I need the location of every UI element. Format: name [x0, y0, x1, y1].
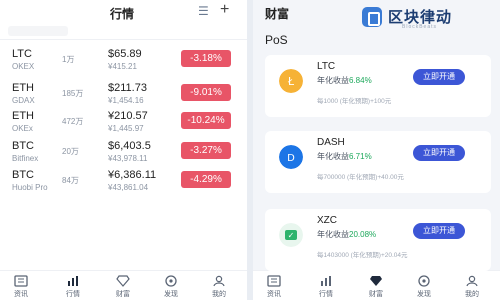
chart-icon [321, 276, 331, 286]
coin-symbol: BTC [12, 169, 34, 181]
price-cny: ¥1,454.16 [108, 96, 144, 105]
coin-name: DASH [317, 137, 345, 148]
change-badge: -3.27% [181, 142, 231, 159]
nav-label: 我的 [465, 291, 479, 298]
nav-label: 我的 [212, 291, 226, 298]
market-header: 行情 ☰ + [0, 0, 247, 24]
change-badge: -4.29% [181, 171, 231, 188]
change-badge: -3.18% [181, 50, 231, 67]
price: $211.73 [108, 82, 147, 94]
annual-rate: 年化收益6.71% [317, 152, 372, 161]
price-cny: ¥43,978.11 [108, 154, 148, 163]
coin-symbol: ETH [12, 110, 34, 122]
section-title: PoS [265, 33, 288, 47]
volume: 84万 [62, 176, 79, 185]
nav-label: 资讯 [267, 291, 281, 298]
page-title: 行情 [110, 7, 135, 21]
volume: 185万 [62, 89, 84, 98]
news-icon [267, 275, 281, 287]
price: ¥6,386.11 [108, 169, 157, 181]
dash-coin-icon: D [279, 145, 303, 169]
plus-icon[interactable]: + [220, 1, 229, 19]
exchange-name: GDAX [12, 96, 35, 105]
price-cny: ¥415.21 [108, 62, 137, 71]
min-amount: 每700000 (年化预期)+40.00元 [317, 174, 404, 181]
exchange-name: OKEX [12, 62, 35, 71]
annual-rate: 年化收益20.08% [317, 230, 377, 239]
profile-icon [213, 275, 225, 287]
nav-label: 行情 [66, 291, 80, 298]
profile-icon [466, 275, 478, 287]
bottom-nav: 资讯 行情 财富 发现 我的 [0, 270, 247, 300]
discover-icon [418, 275, 430, 287]
brand-tagline: BlockBeats [402, 24, 438, 30]
price-cny: ¥1,445.97 [108, 124, 144, 133]
ltc-coin-icon: Ł [279, 69, 303, 93]
coin-symbol: LTC [12, 48, 32, 60]
svg-text:D: D [287, 153, 295, 164]
brand-logo: 区块律动 BlockBeats [362, 4, 498, 30]
brand-mark-icon [362, 7, 382, 27]
nav-item-news[interactable]: 资讯 [6, 275, 36, 299]
price: ¥210.57 [108, 110, 148, 122]
market-row[interactable]: BTC Huobi Pro 84万 ¥6,386.11 ¥43,861.04 -… [0, 165, 247, 199]
nav-label: 行情 [319, 291, 333, 298]
nav-item-wealth[interactable]: 财富 [361, 275, 391, 299]
nav-label: 财富 [116, 291, 130, 298]
chart-icon [68, 276, 78, 286]
change-badge: -10.24% [181, 112, 231, 129]
min-amount: 每1403000 (年化预期)+20.04元 [317, 252, 408, 259]
nav-label: 资讯 [14, 291, 28, 298]
nav-item-discover[interactable]: 发现 [156, 275, 186, 299]
open-button[interactable]: 立即开通 [413, 69, 465, 85]
open-button[interactable]: 立即开通 [413, 223, 465, 239]
market-row[interactable]: ETH OKEx 472万 ¥210.57 ¥1,445.97 -10.24% [0, 106, 247, 140]
nav-item-wealth[interactable]: 财富 [108, 275, 138, 299]
bottom-nav: 资讯 行情 财富 发现 我的 [253, 270, 500, 300]
news-icon [14, 275, 28, 287]
coin-symbol: ETH [12, 82, 34, 94]
exchange-name: OKEx [12, 124, 33, 133]
nav-item-discover[interactable]: 发现 [409, 275, 439, 299]
svg-text:✓: ✓ [288, 231, 295, 240]
xzc-coin-icon: ✓ [279, 223, 303, 247]
change-badge: -9.01% [181, 84, 231, 101]
filter-icon[interactable]: ☰ [198, 4, 209, 18]
nav-item-profile[interactable]: 我的 [204, 275, 234, 299]
nav-label: 财富 [369, 291, 383, 298]
price: $6,403.5 [108, 140, 151, 152]
price-cny: ¥43,861.04 [108, 183, 149, 192]
market-screen: 行情 ☰ + LTC OKEX 1万 $65.89 ¥415.21 -3.18%… [0, 0, 247, 300]
diamond-icon [370, 276, 382, 286]
nav-label: 发现 [164, 291, 178, 298]
nav-label: 发现 [417, 291, 431, 298]
nav-item-news[interactable]: 资讯 [259, 275, 289, 299]
diamond-icon [116, 275, 130, 287]
nav-item-market[interactable]: 行情 [58, 275, 88, 299]
pos-card[interactable]: D DASH 年化收益6.71% 每700000 (年化预期)+40.00元 立… [265, 131, 491, 193]
svg-text:Ł: Ł [287, 75, 295, 88]
annual-rate: 年化收益6.84% [317, 76, 372, 85]
exchange-name: Huobi Pro [12, 183, 48, 192]
discover-icon [165, 275, 177, 287]
nav-item-profile[interactable]: 我的 [457, 275, 487, 299]
market-row[interactable]: LTC OKEX 1万 $65.89 ¥415.21 -3.18% [0, 44, 247, 78]
page-title: 财富 [265, 7, 290, 21]
pos-card[interactable]: Ł LTC 年化收益6.84% 每1000 (年化预期)+100元 立即开通 [265, 55, 491, 117]
coin-name: XZC [317, 215, 337, 226]
volume: 1万 [62, 55, 75, 64]
nav-item-market[interactable]: 行情 [311, 275, 341, 299]
price: $65.89 [108, 48, 142, 60]
volume: 472万 [62, 117, 84, 126]
exchange-name: Bitfinex [12, 154, 39, 163]
volume: 20万 [62, 147, 79, 156]
coin-name: LTC [317, 61, 336, 72]
coin-symbol: BTC [12, 140, 34, 152]
open-button[interactable]: 立即开通 [413, 145, 465, 161]
pos-card[interactable]: ✓ XZC 年化收益20.08% 每1403000 (年化预期)+20.04元 … [265, 209, 491, 271]
market-subheader [0, 24, 247, 40]
min-amount: 每1000 (年化预期)+100元 [317, 98, 392, 105]
